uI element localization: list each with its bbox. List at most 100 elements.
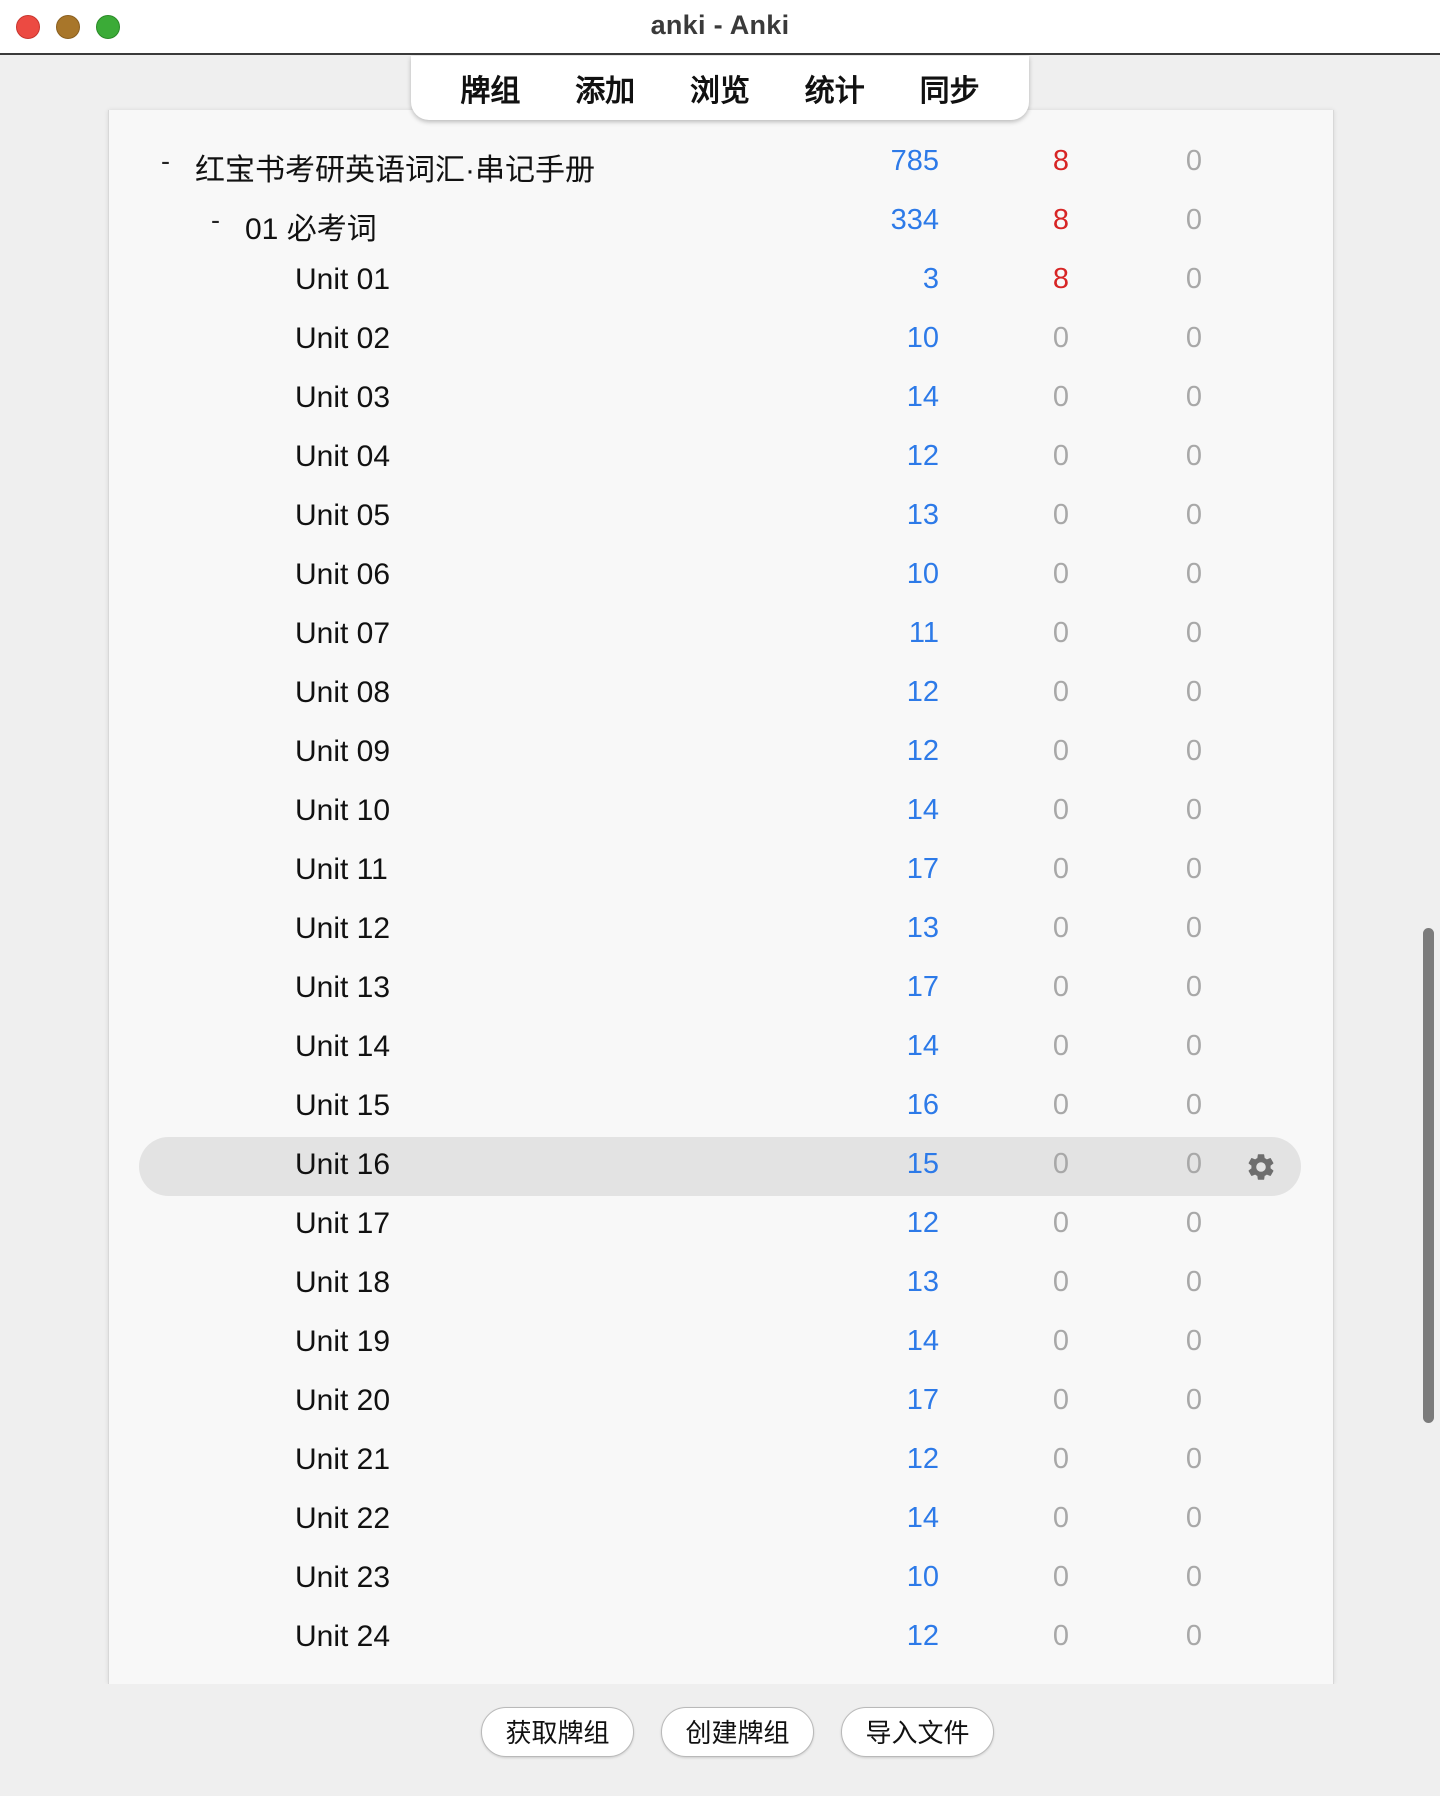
deck-row[interactable]: Unit 17 12 0 0 [139,1196,1301,1255]
deck-row[interactable]: -01 必考词 334 8 0 [139,193,1301,252]
deck-name-link[interactable]: 01 必考词 [245,204,377,248]
deck-name-link[interactable]: Unit 07 [295,617,390,651]
review-count: 0 [1185,1325,1202,1357]
deck-name-link[interactable]: 红宝书考研英语词汇·串记手册 [195,145,595,189]
deck-row[interactable]: Unit 20 17 0 0 [139,1373,1301,1432]
deck-row[interactable]: Unit 22 14 0 0 [139,1491,1301,1550]
deck-row[interactable]: Unit 02 10 0 0 [139,311,1301,370]
deck-name-link[interactable]: Unit 01 [295,263,390,297]
learn-count: 0 [1052,1561,1069,1593]
learn-count: 0 [1052,1384,1069,1416]
deck-name-link[interactable]: Unit 18 [295,1266,390,1300]
new-count: 12 [906,735,939,767]
deck-name-link[interactable]: Unit 21 [295,1443,390,1477]
review-count: 0 [1185,558,1202,590]
deck-row[interactable]: Unit 06 10 0 0 [139,547,1301,606]
learn-count: 8 [1052,204,1069,236]
stats-button[interactable]: 统计 [795,62,875,114]
deck-name-link[interactable]: Unit 09 [295,735,390,769]
review-count: 0 [1185,1443,1202,1475]
deck-row[interactable]: Unit 18 13 0 0 [139,1255,1301,1314]
deck-name-link[interactable]: Unit 15 [295,1089,390,1123]
new-count: 14 [906,1030,939,1062]
collapse-toggle[interactable]: - [161,146,170,177]
deck-row[interactable]: Unit 09 12 0 0 [139,724,1301,783]
deck-row[interactable]: Unit 04 12 0 0 [139,429,1301,488]
learn-count: 0 [1052,1325,1069,1357]
deck-name-link[interactable]: Unit 04 [295,440,390,474]
deck-row[interactable]: Unit 24 12 0 0 [139,1609,1301,1668]
gear-icon[interactable] [1245,1151,1277,1183]
deck-name-link[interactable]: Unit 13 [295,971,390,1005]
deck-row[interactable]: Unit 15 16 0 0 [139,1078,1301,1137]
deck-name-link[interactable]: Unit 03 [295,381,390,415]
review-count: 0 [1185,794,1202,826]
new-count: 15 [906,1148,939,1180]
deck-name-link[interactable]: Unit 23 [295,1561,390,1595]
deck-name-link[interactable]: Unit 19 [295,1325,390,1359]
deck-row[interactable]: Unit 12 13 0 0 [139,901,1301,960]
review-count: 0 [1185,1561,1202,1593]
anki-window: anki - Anki 牌组 添加 浏览 统计 同步 - 红宝书考研英语词汇·串记… [0,0,1440,1796]
deck-row[interactable]: Unit 23 10 0 0 [139,1550,1301,1609]
deck-name-link[interactable]: Unit 20 [295,1384,390,1418]
scrollbar-track[interactable] [1419,120,1435,1680]
deck-row[interactable]: Unit 21 12 0 0 [139,1432,1301,1491]
deck-row[interactable]: Unit 05 13 0 0 [139,488,1301,547]
create-deck-button[interactable]: 创建牌组 [661,1707,814,1757]
new-count: 785 [890,145,939,177]
get-shared-decks-button[interactable]: 获取牌组 [481,1707,634,1757]
deck-name-link[interactable]: Unit 14 [295,1030,390,1064]
deck-name-link[interactable]: Unit 05 [295,499,390,533]
review-count: 0 [1185,1502,1202,1534]
learn-count: 0 [1052,1443,1069,1475]
deck-row[interactable]: Unit 16 15 0 0 [139,1137,1301,1196]
deck-row[interactable]: Unit 11 17 0 0 [139,842,1301,901]
learn-count: 0 [1052,1089,1069,1121]
deck-list: - 红宝书考研英语词汇·串记手册 785 8 0-01 必考词 334 8 0 Unit 01 3… [108,110,1334,1684]
review-count: 0 [1185,1207,1202,1239]
deck-name-link[interactable]: Unit 11 [295,853,388,887]
deck-name-link[interactable]: Unit 17 [295,1207,390,1241]
deck-name-link[interactable]: Unit 16 [295,1148,390,1182]
deck-row[interactable]: Unit 01 3 8 0 [139,252,1301,311]
deck-row[interactable]: Unit 07 11 0 0 [139,606,1301,665]
deck-row[interactable]: Unit 13 17 0 0 [139,960,1301,1019]
deck-name-link[interactable]: Unit 22 [295,1502,390,1536]
deck-row[interactable]: Unit 19 14 0 0 [139,1314,1301,1373]
collapse-toggle[interactable]: - [211,205,220,236]
review-count: 0 [1185,617,1202,649]
new-count: 16 [906,1089,939,1121]
add-button[interactable]: 添加 [565,62,645,114]
title-bar: anki - Anki [0,0,1440,55]
browse-button[interactable]: 浏览 [680,62,760,114]
deck-row[interactable]: Unit 10 14 0 0 [139,783,1301,842]
new-count: 12 [906,1620,939,1652]
learn-count: 0 [1052,1148,1069,1180]
deck-name-link[interactable]: Unit 24 [295,1620,390,1654]
new-count: 14 [906,381,939,413]
learn-count: 0 [1052,735,1069,767]
deck-row[interactable]: Unit 08 12 0 0 [139,665,1301,724]
decks-button[interactable]: 牌组 [450,62,530,114]
import-file-button[interactable]: 导入文件 [841,1707,994,1757]
sync-button[interactable]: 同步 [910,62,990,114]
new-count: 17 [906,971,939,1003]
deck-row[interactable]: Unit 14 14 0 0 [139,1019,1301,1078]
learn-count: 0 [1052,1030,1069,1062]
new-count: 13 [906,1266,939,1298]
deck-name-link[interactable]: Unit 02 [295,322,390,356]
deck-row[interactable]: Unit 03 14 0 0 [139,370,1301,429]
deck-name-link[interactable]: Unit 12 [295,912,390,946]
new-count: 3 [922,263,939,295]
deck-name-link[interactable]: Unit 06 [295,558,390,592]
scrollbar-thumb[interactable] [1423,928,1434,1423]
deck-row[interactable]: - 红宝书考研英语词汇·串记手册 785 8 0 [139,134,1301,193]
window-title: anki - Anki [650,10,790,40]
review-count: 0 [1185,381,1202,413]
deck-name-link[interactable]: Unit 08 [295,676,390,710]
learn-count: 0 [1052,853,1069,885]
review-count: 0 [1185,1148,1202,1180]
deck-name-link[interactable]: Unit 10 [295,794,390,828]
new-count: 14 [906,1502,939,1534]
